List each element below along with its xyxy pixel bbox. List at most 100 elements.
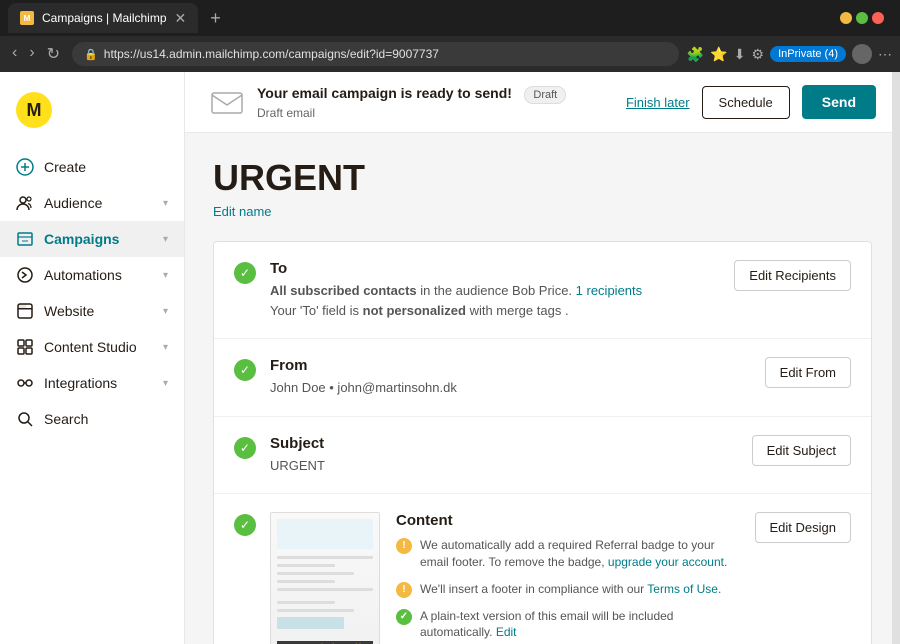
- to-subscribers: All subscribed contacts: [270, 283, 417, 298]
- check-icon-notice: ✓: [396, 609, 412, 625]
- campaign-banner: Your email campaign is ready to send! Dr…: [185, 72, 900, 133]
- envelope-icon: [209, 84, 245, 120]
- edit-design-button[interactable]: Edit Design: [755, 512, 851, 543]
- subject-label: Subject: [270, 435, 752, 452]
- edit-recipients-button[interactable]: Edit Recipients: [734, 260, 851, 291]
- automations-chevron: ▾: [163, 270, 168, 281]
- preview-line-4: [277, 572, 354, 575]
- lock-icon: 🔒: [84, 48, 98, 61]
- sidebar-item-campaigns[interactable]: Campaigns ▾: [0, 221, 184, 257]
- notice-text-2: We'll insert a footer in compliance with…: [420, 581, 721, 598]
- to-check-icon: ✓: [234, 262, 256, 284]
- sidebar-item-integrations[interactable]: Integrations ▾: [0, 365, 184, 401]
- campaign-title: URGENT: [213, 157, 872, 199]
- preview-line-5: [277, 580, 335, 583]
- url-bar[interactable]: 🔒 https://us14.admin.mailchimp.com/campa…: [72, 42, 679, 66]
- content-studio-chevron: ▾: [163, 342, 168, 353]
- subject-section: ✓ Subject URGENT Edit Subject: [214, 417, 871, 495]
- campaigns-label: Campaigns: [44, 231, 153, 247]
- window-controls: [840, 12, 892, 24]
- tab-close-button[interactable]: ✕: [175, 10, 187, 27]
- website-label: Website: [44, 303, 153, 319]
- send-button[interactable]: Send: [802, 85, 876, 119]
- preview-spacer: [277, 596, 373, 598]
- maximize-button[interactable]: [856, 12, 868, 24]
- subject-check-icon: ✓: [234, 437, 256, 459]
- sidebar-item-create[interactable]: Create: [0, 149, 184, 185]
- edit-from-button[interactable]: Edit From: [765, 357, 851, 388]
- notice-1: ! We automatically add a required Referr…: [396, 537, 739, 571]
- sidebar-item-content-studio[interactable]: Content Studio ▾: [0, 329, 184, 365]
- email-preview-thumbnail: Grow your business with Mailchimp: [270, 512, 380, 644]
- edit-name-link[interactable]: Edit name: [213, 204, 272, 219]
- sidebar-navigation: Create Audience ▾ Campaigns ▾ A: [0, 149, 184, 632]
- sidebar-item-automations[interactable]: Automations ▾: [0, 257, 184, 293]
- sidebar-logo[interactable]: M: [0, 84, 184, 149]
- finish-later-button[interactable]: Finish later: [626, 95, 690, 110]
- campaign-area: URGENT Edit name ✓ To All subscribed con…: [185, 133, 900, 644]
- from-label: From: [270, 357, 765, 374]
- from-content: From John Doe • john@martinsohn.dk: [270, 357, 765, 398]
- notice-3: ✓ A plain-text version of this email wil…: [396, 608, 739, 642]
- address-bar: ‹ › ↻ 🔒 https://us14.admin.mailchimp.com…: [0, 36, 900, 72]
- main-content: Your email campaign is ready to send! Dr…: [185, 72, 900, 644]
- sidebar-item-website[interactable]: Website ▾: [0, 293, 184, 329]
- settings-icon[interactable]: ⚙: [752, 46, 765, 63]
- audience-chevron: ▾: [163, 198, 168, 209]
- active-tab[interactable]: M Campaigns | Mailchimp ✕: [8, 3, 198, 33]
- recipients-link[interactable]: 1 recipients: [576, 283, 642, 298]
- warning-icon-1: !: [396, 538, 412, 554]
- scrollbar[interactable]: [892, 72, 900, 644]
- preview-image: Grow your business with Mailchimp: [271, 513, 379, 644]
- create-label: Create: [44, 159, 168, 175]
- from-check-icon: ✓: [234, 359, 256, 381]
- svg-text:M: M: [24, 14, 31, 23]
- preview-spacer-2: [277, 634, 373, 638]
- banner-title-wrap: Your email campaign is ready to send! Dr…: [257, 85, 566, 120]
- subject-content: Subject URGENT: [270, 435, 752, 476]
- new-tab-button[interactable]: +: [202, 8, 229, 29]
- search-label: Search: [44, 411, 168, 427]
- from-section: ✓ From John Doe • john@martinsohn.dk Edi…: [214, 339, 871, 417]
- to-section: ✓ To All subscribed contacts in the audi…: [214, 242, 871, 339]
- refresh-button[interactable]: ↻: [43, 40, 64, 68]
- notice-text-1: We automatically add a required Referral…: [420, 537, 739, 571]
- content-action: Edit Design: [755, 512, 851, 543]
- url-text: https://us14.admin.mailchimp.com/campaig…: [104, 47, 667, 61]
- schedule-button[interactable]: Schedule: [702, 86, 790, 119]
- sidebar-item-search[interactable]: Search: [0, 401, 184, 437]
- sidebar-item-audience[interactable]: Audience ▾: [0, 185, 184, 221]
- terms-of-use-link[interactable]: Terms of Use: [647, 582, 718, 596]
- from-detail: John Doe • john@martinsohn.dk: [270, 378, 765, 398]
- preview-line-1: [277, 519, 373, 549]
- notice-2: ! We'll insert a footer in compliance wi…: [396, 581, 739, 598]
- content-label: Content: [396, 512, 739, 529]
- content-studio-icon: [16, 338, 34, 356]
- edit-subject-button[interactable]: Edit Subject: [752, 435, 851, 466]
- inprivate-badge[interactable]: InPrivate (4): [770, 46, 846, 62]
- user-avatar[interactable]: [852, 44, 872, 64]
- notice-text-3: A plain-text version of this email will …: [420, 608, 739, 642]
- content-inner: Grow your business with Mailchimp Send a…: [270, 512, 739, 644]
- campaigns-icon: [16, 230, 34, 248]
- integrations-chevron: ▾: [163, 378, 168, 389]
- favorites-icon[interactable]: ⭐: [710, 46, 727, 63]
- menu-icon[interactable]: ⋯: [878, 46, 892, 63]
- preview-line-7: [277, 601, 335, 604]
- downloads-icon[interactable]: ⬇: [734, 46, 746, 63]
- content-notices: ! We automatically add a required Referr…: [396, 537, 739, 641]
- preview-line-9: [277, 617, 344, 629]
- extensions-icon[interactable]: 🧩: [687, 46, 704, 63]
- upgrade-account-link[interactable]: upgrade your account.: [608, 555, 727, 569]
- search-nav-icon: [16, 410, 34, 428]
- minimize-button[interactable]: [840, 12, 852, 24]
- draft-badge: Draft: [524, 86, 566, 104]
- back-button[interactable]: ‹: [8, 40, 21, 68]
- tab-title: Campaigns | Mailchimp: [42, 11, 167, 25]
- close-button[interactable]: [872, 12, 884, 24]
- forward-button[interactable]: ›: [25, 40, 38, 68]
- edit-plaintext-link[interactable]: Edit: [496, 625, 517, 639]
- content-check-icon: ✓: [234, 514, 256, 536]
- banner-title: Your email campaign is ready to send!: [257, 85, 512, 101]
- banner-actions: Finish later Schedule Send: [626, 85, 876, 119]
